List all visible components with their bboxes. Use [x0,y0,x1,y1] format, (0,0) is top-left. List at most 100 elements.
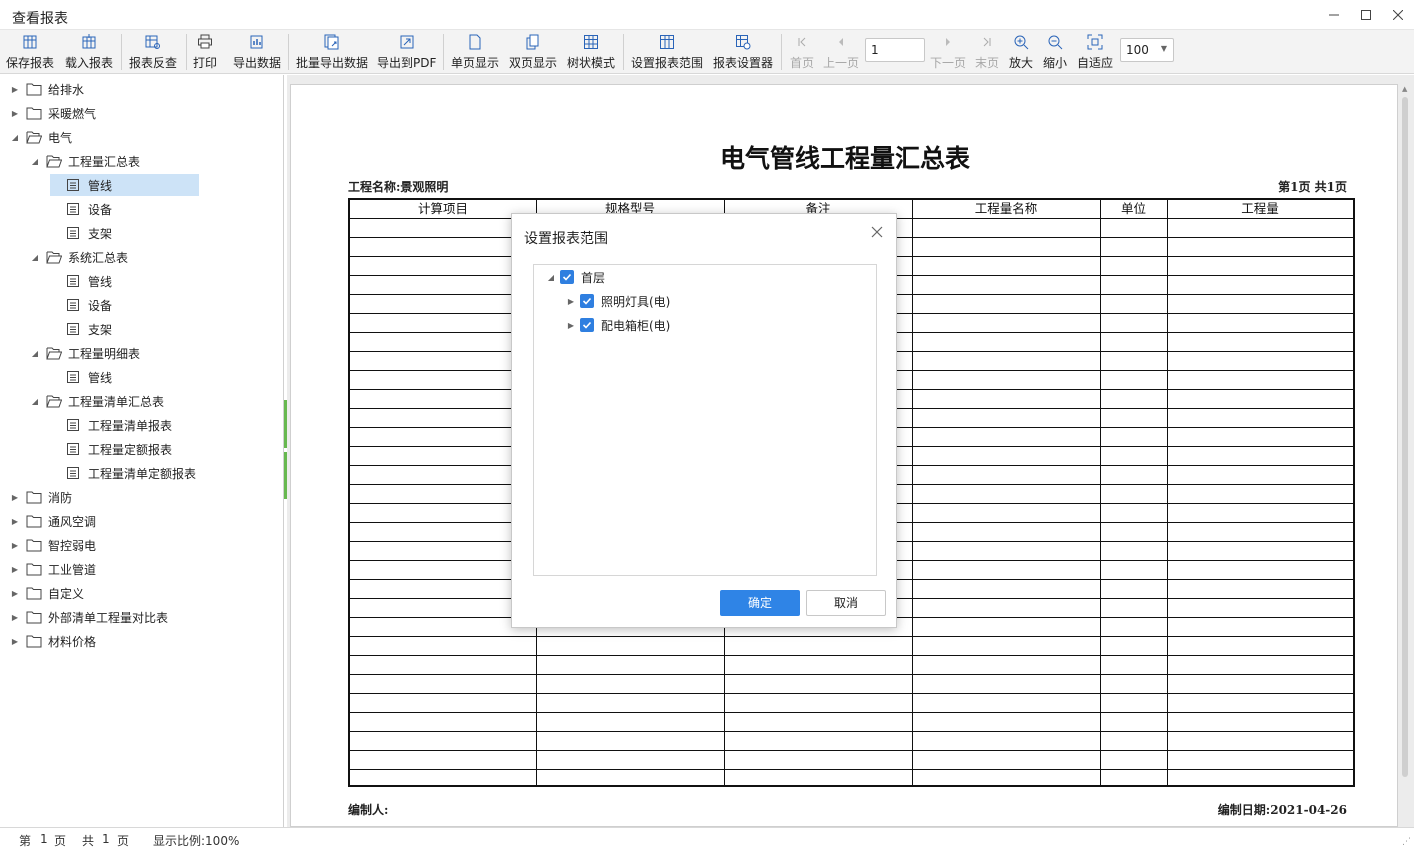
sidebar-item[interactable]: ▶ 智控弱电 [10,534,96,556]
sidebar-item[interactable]: 支架 [50,222,112,244]
tree-mode-button[interactable]: 树状模式 [567,32,615,72]
sidebar-item[interactable]: ▶ 工业管道 [10,558,96,580]
tree-node-floor[interactable]: ◢ 首层 [546,267,605,287]
first-page-button[interactable]: 首页 [790,32,814,72]
expand-arrow-icon[interactable]: ▶ [10,613,20,622]
export-data-button[interactable]: 导出数据 [233,32,281,72]
close-button[interactable] [1382,0,1414,30]
page-number-input[interactable]: 1 [865,38,925,62]
expand-arrow-icon[interactable]: ▶ [10,565,20,574]
zoom-out-icon [1047,34,1063,50]
table-column-line [1167,200,1168,785]
zoom-select[interactable]: 100 ▼ [1120,38,1174,62]
tree-node-distribution-box[interactable]: ▶ 配电箱柜(电) [566,315,670,335]
checkbox-checked-icon[interactable] [560,270,574,284]
expand-arrow-icon[interactable]: ◢ [30,397,40,406]
table-row-line [350,674,1353,675]
zoom-out-button[interactable]: 缩小 [1043,32,1067,72]
expand-arrow-icon[interactable]: ◢ [30,349,40,358]
expand-arrow-icon[interactable]: ▶ [10,85,20,94]
report-icon [66,297,82,313]
zoom-in-button[interactable]: 放大 [1009,32,1033,72]
scroll-up-icon[interactable]: ▲ [1402,85,1407,93]
expand-arrow-icon[interactable]: ▶ [10,517,20,526]
double-page-button[interactable]: 双页显示 [509,32,557,72]
folder-open-icon [46,393,62,409]
folder-icon [26,561,42,577]
next-page-button[interactable]: 下一页 [930,32,966,72]
print-button[interactable]: 打印 [193,32,217,72]
expand-arrow-icon[interactable]: ▶ [566,321,576,330]
checkbox-checked-icon[interactable] [580,318,594,332]
report-range-button[interactable]: 设置报表范围 [631,32,703,72]
prev-page-button[interactable]: 上一页 [823,32,859,72]
sidebar-item[interactable]: 工程量清单报表 [50,414,172,436]
sidebar-item[interactable]: ▶ 材料价格 [10,630,96,652]
expand-arrow-icon[interactable]: ◢ [30,157,40,166]
sidebar-item[interactable]: 管线 [50,174,199,196]
sidebar-item[interactable]: ▶ 消防 [10,486,72,508]
status-page-label: 第 [19,834,32,848]
sidebar-item-label: 系统汇总表 [68,250,129,265]
sidebar-item[interactable]: ◢ 工程量明细表 [30,342,140,364]
sidebar-item[interactable]: ▶ 采暖燃气 [10,102,96,124]
sidebar-item[interactable]: ▶ 外部清单工程量对比表 [10,606,168,628]
sidebar-item[interactable]: ▶ 通风空调 [10,510,96,532]
reverse-lookup-button[interactable]: 报表反查 [129,32,177,72]
sidebar-item-label: 材料价格 [48,634,97,649]
minimize-button[interactable] [1318,0,1350,30]
single-page-button[interactable]: 单页显示 [451,32,499,72]
cancel-button[interactable]: 取消 [806,590,886,616]
expand-arrow-icon[interactable]: ◢ [30,253,40,262]
save-report-button[interactable]: 保存报表 [6,32,54,72]
sidebar-item-label: 工程量定额报表 [88,442,173,457]
folder-open-icon [26,129,42,145]
sidebar-item[interactable]: 管线 [50,366,112,388]
batch-export-button[interactable]: 批量导出数据 [296,32,368,72]
folder-open-icon [46,153,62,169]
sidebar-item[interactable]: ◢ 工程量清单汇总表 [30,390,164,412]
maximize-button[interactable] [1350,0,1382,30]
sidebar-item-label: 给排水 [48,82,85,97]
checkbox-checked-icon[interactable] [580,294,594,308]
expand-arrow-icon[interactable]: ▶ [10,589,20,598]
toolbar: 保存报表 载入报表 报表反查 打印 导出数据 批量导出数据 导出到PDF 单页显… [0,30,1414,74]
report-range-dialog: 设置报表范围 ◢ 首层 ▶ 照明灯具(电) ▶ 配电箱柜(电) 确定 取消 [511,213,897,628]
dialog-close-button[interactable] [868,224,886,242]
load-report-icon [81,34,97,50]
tree-node-lighting[interactable]: ▶ 照明灯具(电) [566,291,670,311]
sidebar-item-label: 管线 [88,178,113,193]
sidebar-item[interactable]: 管线 [50,270,112,292]
tree-mode-icon [583,34,599,50]
load-report-button[interactable]: 载入报表 [65,32,113,72]
sidebar-item[interactable]: 工程量定额报表 [50,438,172,460]
sidebar-item[interactable]: 工程量清单定额报表 [50,462,196,484]
double-page-icon [525,34,541,50]
expand-arrow-icon[interactable]: ▶ [10,541,20,550]
last-page-button[interactable]: 末页 [975,32,999,72]
fit-button[interactable]: 自适应 [1077,32,1113,72]
expand-arrow-icon[interactable]: ▶ [10,109,20,118]
expand-arrow-icon[interactable]: ◢ [546,273,556,282]
expand-arrow-icon[interactable]: ◢ [10,133,20,142]
expand-arrow-icon[interactable]: ▶ [566,297,576,306]
expand-arrow-icon[interactable]: ▶ [10,493,20,502]
sidebar-item[interactable]: ◢ 系统汇总表 [30,246,128,268]
vertical-scrollbar[interactable]: ▲ [1400,75,1410,827]
sidebar-item[interactable]: 设备 [50,198,112,220]
expand-arrow-icon[interactable]: ▶ [10,637,20,646]
floor-tree: ◢ 首层 ▶ 照明灯具(电) ▶ 配电箱柜(电) [533,264,877,576]
ok-button[interactable]: 确定 [720,590,800,616]
report-icon [66,201,82,217]
sidebar-item[interactable]: 设备 [50,294,112,316]
resize-grip-icon[interactable]: ⋰ [1402,837,1411,847]
sidebar-item[interactable]: ▶ 给排水 [10,78,84,100]
scroll-thumb[interactable] [1402,97,1408,777]
report-settings-button[interactable]: 报表设置器 [713,32,773,72]
export-pdf-button[interactable]: 导出到PDF [377,32,436,72]
sidebar-item[interactable]: ◢ 工程量汇总表 [30,150,140,172]
sidebar-item[interactable]: 支架 [50,318,112,340]
table-row-line [350,750,1353,751]
sidebar-item[interactable]: ◢ 电气 [10,126,72,148]
sidebar-item[interactable]: ▶ 自定义 [10,582,84,604]
